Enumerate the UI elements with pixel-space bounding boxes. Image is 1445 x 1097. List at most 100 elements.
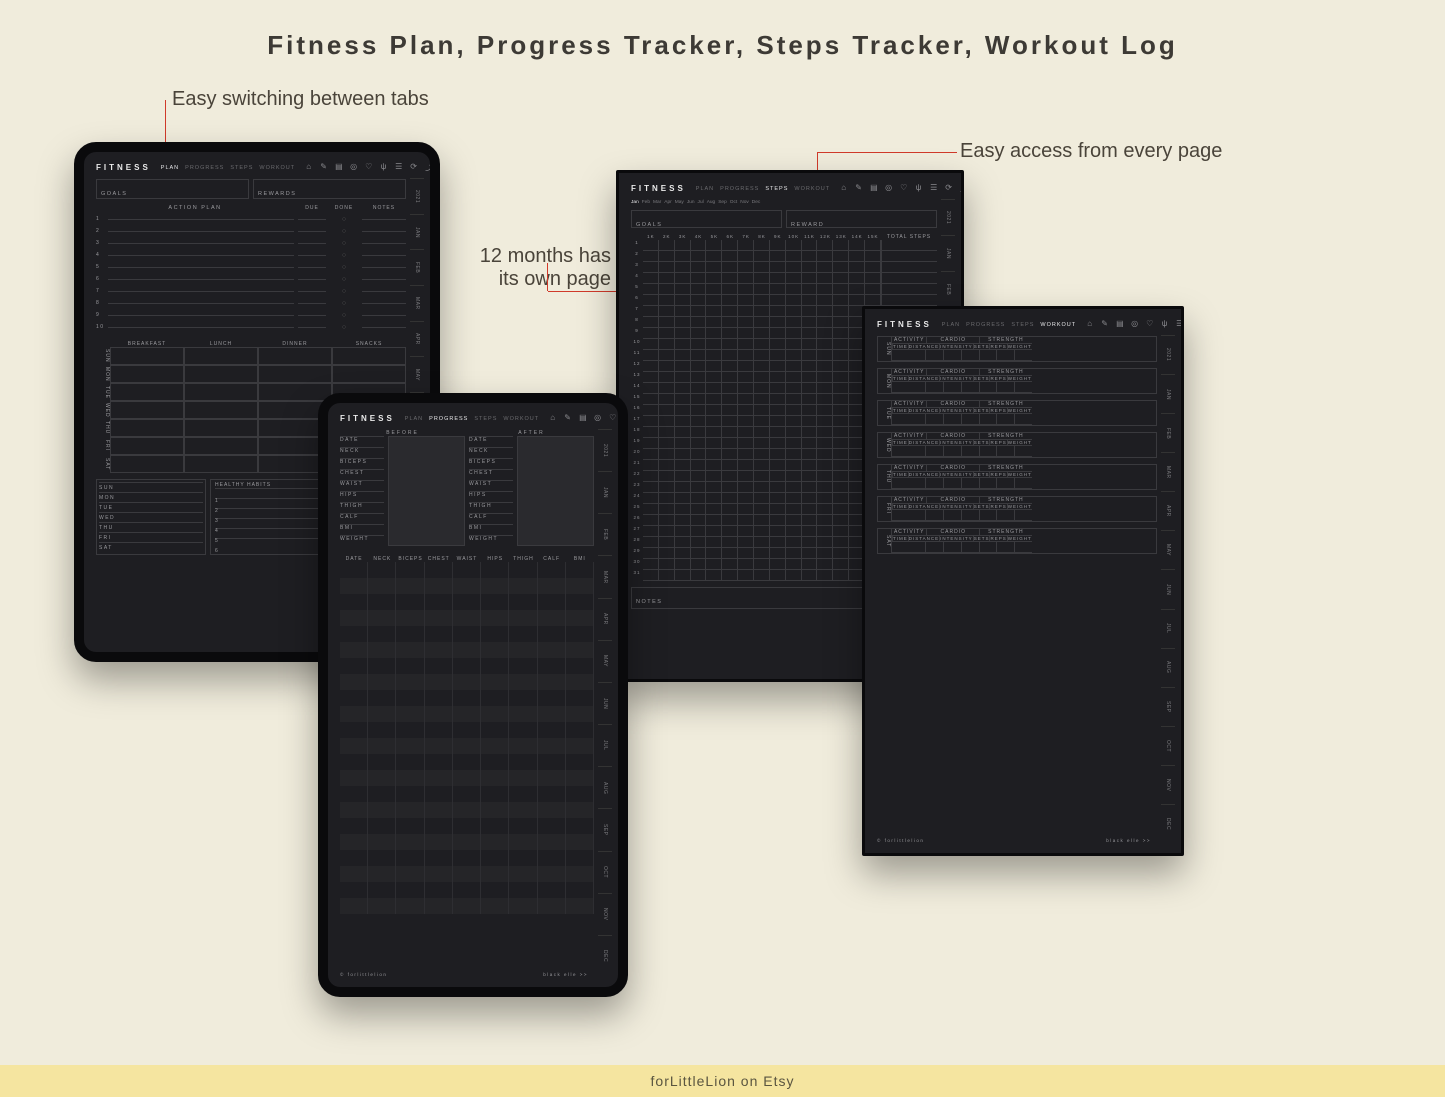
side-tab[interactable]: 2021 (410, 178, 424, 214)
side-tab[interactable]: MAR (410, 285, 424, 321)
side-tab[interactable]: APR (1161, 491, 1175, 530)
tab-strip[interactable]: PLAN PROGRESS STEPS WORKOUT (696, 186, 830, 192)
side-tabs[interactable]: 2021JANFEBMARAPRMAYJUNJULAUGSEPOCTNOVDEC (598, 429, 612, 977)
after-photo[interactable] (517, 436, 594, 546)
icon-row[interactable]: ⌂✎▤◎♡ψ☰⟳⤴ (549, 413, 628, 424)
measures-left[interactable]: DATENECKBICEPSCHESTWAISTHIPSTHIGHCALFBMI… (340, 436, 384, 546)
side-tab[interactable]: OCT (598, 851, 612, 893)
month-tab[interactable]: Oct (730, 200, 737, 205)
toolbar-icon[interactable]: ✎ (855, 183, 864, 194)
side-tab[interactable]: NOV (598, 893, 612, 935)
tab-progress[interactable]: PROGRESS (185, 165, 224, 171)
toolbar-icon[interactable]: ⌂ (1086, 319, 1095, 330)
side-tab[interactable]: FEB (410, 249, 424, 285)
tab-workout[interactable]: WORKOUT (503, 416, 539, 422)
side-tab[interactable]: DEC (1161, 804, 1175, 843)
toolbar-icon[interactable]: ▤ (579, 413, 588, 424)
side-tab[interactable]: AUG (598, 766, 612, 808)
side-tab[interactable]: JAN (941, 235, 955, 271)
side-tabs[interactable]: 2021JANFEBMARAPRMAYJUNJULAUGSEPOCTNOVDEC (1161, 335, 1175, 843)
toolbar-icon[interactable]: ⟳ (945, 183, 954, 194)
tab-progress[interactable]: PROGRESS (429, 416, 468, 422)
tab-plan[interactable]: PLAN (405, 416, 423, 422)
toolbar-icon[interactable]: ⌂ (840, 183, 849, 194)
side-tab[interactable]: SEP (1161, 687, 1175, 726)
month-tab[interactable]: Jan (631, 200, 639, 205)
workout-days[interactable]: SUN ACTIVITY CARDIO STRENGTH TIMEDISTANC… (877, 336, 1157, 554)
month-tab[interactable]: Jun (687, 200, 695, 205)
side-tab[interactable]: APR (598, 598, 612, 640)
toolbar-icon[interactable]: ⌂ (549, 413, 558, 424)
toolbar-icon[interactable]: ◎ (885, 183, 894, 194)
toolbar-icon[interactable]: ⤴ (425, 162, 434, 173)
tab-steps[interactable]: STEPS (765, 186, 788, 192)
side-tab[interactable]: MAR (598, 555, 612, 597)
tab-progress[interactable]: PROGRESS (966, 322, 1005, 328)
side-tab[interactable]: MAY (1161, 530, 1175, 569)
side-tab[interactable]: JUN (598, 682, 612, 724)
toolbar-icon[interactable]: ⌂ (305, 162, 314, 173)
toolbar-icon[interactable]: ♡ (609, 413, 618, 424)
tab-plan[interactable]: PLAN (696, 186, 714, 192)
side-tab[interactable]: JUL (1161, 609, 1175, 648)
toolbar-icon[interactable]: ✎ (320, 162, 329, 173)
tab-steps[interactable]: STEPS (474, 416, 497, 422)
progress-table[interactable] (340, 562, 594, 914)
month-tab[interactable]: Mar (653, 200, 661, 205)
toolbar-icon[interactable]: ◎ (594, 413, 603, 424)
months-row[interactable]: JanFebMarAprMayJunJulAugSepOctNovDec (631, 200, 937, 205)
icon-row[interactable]: ⌂✎▤◎♡ψ☰⟳⤴ (305, 162, 434, 173)
toolbar-icon[interactable]: ⟳ (410, 162, 419, 173)
toolbar-icon[interactable]: ✎ (1101, 319, 1110, 330)
tab-progress[interactable]: PROGRESS (720, 186, 759, 192)
side-tab[interactable]: MAY (598, 640, 612, 682)
toolbar-icon[interactable]: ☰ (930, 183, 939, 194)
side-tab[interactable]: 2021 (1161, 335, 1175, 374)
toolbar-icon[interactable]: ▤ (870, 183, 879, 194)
side-tab[interactable]: NOV (1161, 765, 1175, 804)
toolbar-icon[interactable]: ♡ (365, 162, 374, 173)
side-tab[interactable]: SEP (598, 808, 612, 850)
before-photo[interactable] (388, 436, 465, 546)
side-tab[interactable]: AUG (1161, 648, 1175, 687)
side-tab[interactable]: 2021 (598, 429, 612, 471)
month-tab[interactable]: May (675, 200, 684, 205)
toolbar-icon[interactable]: ψ (624, 413, 628, 424)
toolbar-icon[interactable]: ☰ (1176, 319, 1184, 330)
month-tab[interactable]: Feb (642, 200, 650, 205)
month-tab[interactable]: Nov (740, 200, 749, 205)
side-tab[interactable]: MAY (410, 356, 424, 392)
toolbar-icon[interactable]: ◎ (1131, 319, 1140, 330)
toolbar-icon[interactable]: ▤ (1116, 319, 1125, 330)
toolbar-icon[interactable]: ψ (915, 183, 924, 194)
tab-plan[interactable]: PLAN (161, 165, 179, 171)
side-tab[interactable]: JUL (598, 724, 612, 766)
tab-workout[interactable]: WORKOUT (794, 186, 830, 192)
side-tab[interactable]: FEB (1161, 413, 1175, 452)
side-tab[interactable]: JAN (1161, 374, 1175, 413)
side-tab[interactable]: 2021 (941, 199, 955, 235)
side-tab[interactable]: JAN (410, 214, 424, 250)
toolbar-icon[interactable]: ✎ (564, 413, 573, 424)
tab-steps[interactable]: STEPS (1011, 322, 1034, 328)
tab-workout[interactable]: WORKOUT (1040, 322, 1076, 328)
measures-right[interactable]: DATENECKBICEPSCHESTWAISTHIPSTHIGHCALFBMI… (469, 436, 513, 546)
toolbar-icon[interactable]: ψ (380, 162, 389, 173)
side-tab[interactable]: MAR (1161, 452, 1175, 491)
side-tab[interactable]: FEB (598, 513, 612, 555)
toolbar-icon[interactable]: ◎ (350, 162, 359, 173)
tab-plan[interactable]: PLAN (942, 322, 960, 328)
month-tab[interactable]: Apr (664, 200, 671, 205)
side-tab[interactable]: JAN (598, 471, 612, 513)
toolbar-icon[interactable]: ♡ (1146, 319, 1155, 330)
month-tab[interactable]: Aug (707, 200, 716, 205)
toolbar-icon[interactable]: ♡ (900, 183, 909, 194)
month-tab[interactable]: Jul (698, 200, 704, 205)
tab-strip[interactable]: PLAN PROGRESS STEPS WORKOUT (161, 165, 295, 171)
tab-steps[interactable]: STEPS (230, 165, 253, 171)
exercise-box[interactable]: SUNMONTUEWEDTHUFRISAT (96, 479, 206, 555)
tab-strip[interactable]: PLAN PROGRESS STEPS WORKOUT (405, 416, 539, 422)
toolbar-icon[interactable]: ⤴ (960, 183, 964, 194)
toolbar-icon[interactable]: ▤ (335, 162, 344, 173)
action-rows[interactable]: 1 ○ 2 ○ 3 ○ 4 ○ 5 ○ 6 ○ 7 ○ 8 (96, 213, 406, 333)
